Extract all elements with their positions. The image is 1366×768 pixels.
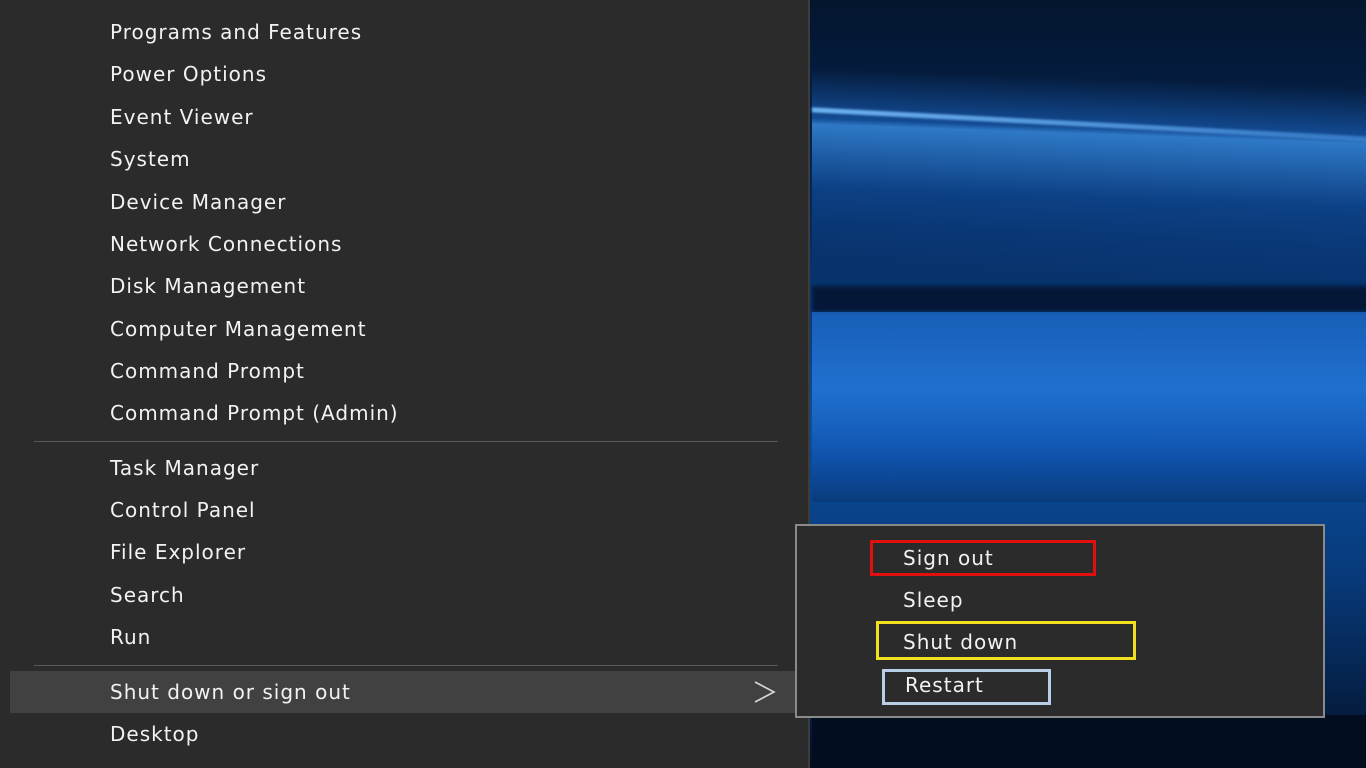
menu-separator bbox=[34, 441, 778, 442]
menu-item-label: File Explorer bbox=[110, 540, 247, 564]
menu-item-disk-management[interactable]: Disk Management bbox=[10, 265, 800, 307]
menu-item-label: System bbox=[110, 147, 191, 171]
wallpaper-light-beam bbox=[812, 68, 1366, 288]
menu-item-file-explorer[interactable]: File Explorer bbox=[10, 531, 800, 573]
submenu-item-label: Sign out bbox=[903, 546, 994, 570]
menu-item-device-manager[interactable]: Device Manager bbox=[10, 181, 800, 223]
menu-item-label: Disk Management bbox=[110, 274, 307, 298]
menu-item-system[interactable]: System bbox=[10, 138, 800, 180]
submenu-item-shut-down[interactable]: Shut down bbox=[903, 625, 1018, 659]
menu-item-search[interactable]: Search bbox=[10, 574, 800, 616]
submenu-item-label: Shut down bbox=[903, 630, 1019, 654]
menu-item-label: Command Prompt (Admin) bbox=[110, 401, 399, 425]
submenu-item-sleep[interactable]: Sleep bbox=[903, 583, 964, 617]
wallpaper-dark-edge bbox=[812, 715, 1366, 768]
submenu-item-sign-out[interactable]: Sign out bbox=[903, 541, 994, 575]
wallpaper-dark-band bbox=[812, 286, 1366, 312]
menu-item-control-panel[interactable]: Control Panel bbox=[10, 489, 800, 531]
menu-item-task-manager[interactable]: Task Manager bbox=[10, 447, 800, 489]
menu-item-label: Command Prompt bbox=[110, 359, 305, 383]
menu-item-label: Desktop bbox=[110, 722, 200, 746]
menu-item-event-viewer[interactable]: Event Viewer bbox=[10, 96, 800, 138]
menu-item-command-prompt[interactable]: Command Prompt bbox=[10, 350, 800, 392]
menu-item-label: Task Manager bbox=[110, 456, 260, 480]
menu-item-network-connections[interactable]: Network Connections bbox=[10, 223, 800, 265]
menu-item-label: Shut down or sign out bbox=[110, 680, 351, 704]
menu-item-shut-down-or-sign-out[interactable]: Shut down or sign out bbox=[10, 671, 800, 713]
submenu-item-restart[interactable]: Restart bbox=[905, 668, 984, 702]
chevron-right-icon bbox=[754, 681, 776, 703]
menu-item-label: Run bbox=[110, 625, 152, 649]
menu-item-label: Computer Management bbox=[110, 317, 367, 341]
wallpaper-light-beam bbox=[812, 312, 1366, 502]
submenu-item-label: Sleep bbox=[903, 588, 964, 612]
menu-item-label: Search bbox=[110, 583, 185, 607]
menu-item-run[interactable]: Run bbox=[10, 616, 800, 658]
menu-item-command-prompt-admin[interactable]: Command Prompt (Admin) bbox=[10, 392, 800, 434]
menu-item-label: Control Panel bbox=[110, 498, 256, 522]
menu-item-desktop[interactable]: Desktop bbox=[10, 713, 800, 755]
menu-separator bbox=[34, 665, 778, 666]
menu-item-computer-management[interactable]: Computer Management bbox=[10, 308, 800, 350]
menu-item-label: Device Manager bbox=[110, 190, 287, 214]
shutdown-submenu: Sign out Sleep Shut down Restart bbox=[795, 524, 1325, 718]
power-user-menu: Programs and Features Power Options Even… bbox=[0, 0, 810, 768]
menu-item-label: Network Connections bbox=[110, 232, 343, 256]
menu-item-power-options[interactable]: Power Options bbox=[10, 53, 800, 95]
menu-item-label: Programs and Features bbox=[110, 20, 363, 44]
menu-item-label: Power Options bbox=[110, 62, 267, 86]
menu-item-programs-and-features[interactable]: Programs and Features bbox=[10, 11, 800, 53]
submenu-item-label: Restart bbox=[905, 673, 984, 697]
menu-item-label: Event Viewer bbox=[110, 105, 254, 129]
